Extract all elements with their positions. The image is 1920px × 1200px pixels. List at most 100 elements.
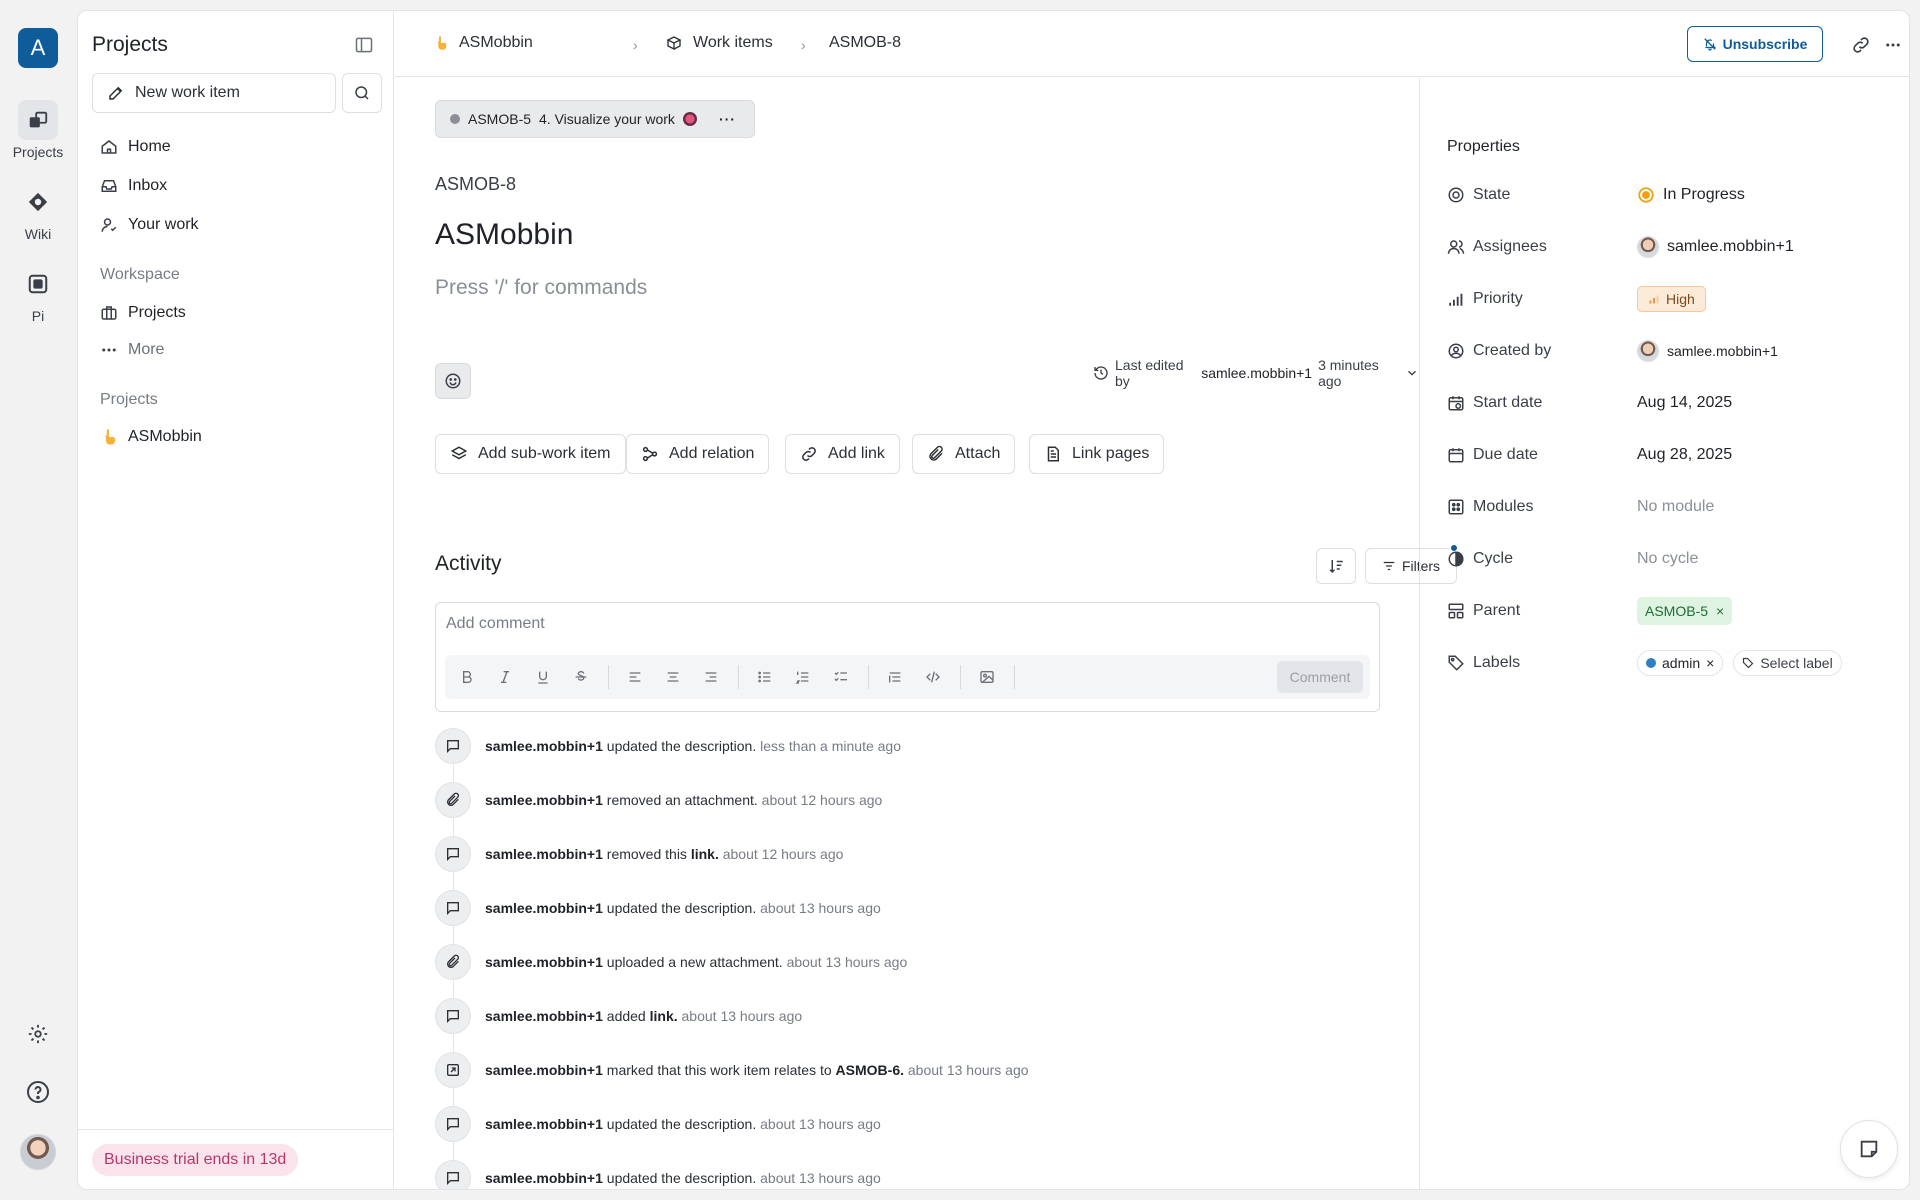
italic-icon[interactable] <box>495 667 515 687</box>
parent-dropdown[interactable]: ASMOB-5 × <box>1637 597 1733 625</box>
strikethrough-icon[interactable] <box>571 667 591 687</box>
activity-text: samlee.mobbin+1 updated the description.… <box>485 900 881 916</box>
activity-text: samlee.mobbin+1 removed this link. about… <box>485 846 843 862</box>
align-center-icon[interactable] <box>663 667 683 687</box>
more-icon[interactable]: ··· <box>719 111 736 127</box>
activity-reference[interactable]: link. <box>650 1008 678 1024</box>
home-icon <box>100 138 118 156</box>
search-button[interactable] <box>342 73 382 113</box>
settings-icon[interactable] <box>18 1014 58 1054</box>
checklist-icon[interactable] <box>831 667 851 687</box>
assignees-dropdown[interactable]: samlee.mobbin+1 <box>1637 236 1794 258</box>
start-date-picker[interactable]: Aug 14, 2025 <box>1637 394 1732 412</box>
user-avatar[interactable] <box>20 1134 56 1170</box>
sidebar-toggle-icon[interactable] <box>354 35 376 57</box>
rail-item-projects[interactable]: Projects <box>0 100 76 160</box>
trial-badge[interactable]: Business trial ends in 13d <box>92 1144 299 1176</box>
comment-editor[interactable]: Add comment Comment <box>435 602 1380 712</box>
sort-order-button[interactable] <box>1316 548 1356 584</box>
align-left-icon[interactable] <box>625 667 645 687</box>
activity-reference[interactable]: ASMOB-6. <box>836 1062 904 1078</box>
priority-dropdown[interactable]: High <box>1637 286 1706 312</box>
calendar-clock-icon <box>1447 394 1465 412</box>
activity-user[interactable]: samlee.mobbin+1 <box>485 738 603 754</box>
quote-icon[interactable] <box>885 667 905 687</box>
activity-user[interactable]: samlee.mobbin+1 <box>485 954 603 970</box>
bullet-list-icon[interactable] <box>755 667 775 687</box>
work-item-title[interactable]: ASMobbin <box>435 218 573 252</box>
search-icon <box>353 84 371 102</box>
help-icon[interactable] <box>18 1072 58 1112</box>
remove-parent-icon[interactable]: × <box>1716 603 1724 619</box>
state-dropdown[interactable]: In Progress <box>1637 186 1745 204</box>
underline-icon[interactable] <box>533 667 553 687</box>
briefcase-icon <box>100 304 118 322</box>
description-editor[interactable]: Press '/' for commands <box>435 276 647 300</box>
label-chip[interactable]: admin × <box>1637 650 1724 676</box>
rail-item-pi[interactable]: Pi <box>0 264 76 324</box>
select-label-button[interactable]: Select label <box>1733 650 1842 676</box>
sidebar-project-asmobbin[interactable]: ASMobbin <box>100 423 202 451</box>
sidebar-item-label: ASMobbin <box>128 428 202 445</box>
activity-item: samlee.mobbin+1 updated the description.… <box>435 890 881 926</box>
avatar <box>1637 236 1659 258</box>
breadcrumb-label: Work items <box>693 34 773 51</box>
add-sub-work-item-button[interactable]: Add sub-work item <box>435 434 626 474</box>
cycle-dropdown[interactable]: No cycle <box>1637 550 1698 568</box>
modules-dropdown[interactable]: No module <box>1637 498 1714 516</box>
more-options-icon[interactable] <box>1881 33 1905 57</box>
activity-user[interactable]: samlee.mobbin+1 <box>485 1008 603 1024</box>
numbered-list-icon[interactable] <box>793 667 813 687</box>
priority-icon <box>1447 290 1465 308</box>
toolbar-divider <box>608 665 609 689</box>
calendar-icon <box>1447 446 1465 464</box>
attach-button[interactable]: Attach <box>912 434 1016 474</box>
sidebar-item-more[interactable]: More <box>100 336 164 364</box>
toolbar-divider <box>960 665 961 689</box>
activity-user[interactable]: samlee.mobbin+1 <box>485 846 603 862</box>
sidebar-item-projects[interactable]: Projects <box>100 299 186 327</box>
align-right-icon[interactable] <box>701 667 721 687</box>
last-edited-time: 3 minutes ago <box>1318 357 1379 389</box>
breadcrumb-project[interactable]: ASMobbin <box>433 31 533 55</box>
activity-text: samlee.mobbin+1 added link. about 13 hou… <box>485 1008 802 1024</box>
labels-wrap: admin × Select label <box>1637 650 1842 676</box>
parent-value: ASMOB-5 <box>1645 603 1709 619</box>
code-icon[interactable] <box>923 667 943 687</box>
sidebar-item-home[interactable]: Home <box>100 133 171 161</box>
unsubscribe-button[interactable]: Unsubscribe <box>1687 26 1823 62</box>
activity-user[interactable]: samlee.mobbin+1 <box>485 1062 603 1078</box>
sidebar-item-your-work[interactable]: Your work <box>100 211 199 239</box>
add-link-button[interactable]: Add link <box>785 434 900 474</box>
state-icon <box>1447 186 1465 204</box>
breadcrumb-current[interactable]: ASMOB-8 <box>829 31 901 55</box>
rail-item-wiki[interactable]: Wiki <box>0 182 76 242</box>
activity-item: samlee.mobbin+1 updated the description.… <box>435 1160 881 1189</box>
due-date-picker[interactable]: Aug 28, 2025 <box>1637 446 1732 464</box>
comment-submit-button[interactable]: Comment <box>1277 661 1363 693</box>
bold-icon[interactable] <box>457 667 477 687</box>
activity-text: samlee.mobbin+1 updated the description.… <box>485 1170 881 1186</box>
link-pages-button[interactable]: Link pages <box>1029 434 1165 474</box>
activity-reference[interactable]: link. <box>691 846 719 862</box>
breadcrumb-work-items[interactable]: Work items <box>665 31 773 55</box>
add-reaction-button[interactable] <box>435 363 471 399</box>
add-relation-button[interactable]: Add relation <box>626 434 770 474</box>
parent-chip[interactable]: ASMOB-5 4. Visualize your work ··· <box>435 100 755 138</box>
comment-input[interactable]: Add comment <box>446 615 545 633</box>
new-work-item-button[interactable]: New work item <box>92 73 336 113</box>
workspace-avatar[interactable]: A <box>18 28 58 68</box>
sticky-note-icon[interactable] <box>1840 1120 1898 1178</box>
sidebar-item-inbox[interactable]: Inbox <box>100 172 167 200</box>
copy-link-icon[interactable] <box>1849 33 1873 57</box>
activity-user[interactable]: samlee.mobbin+1 <box>485 1116 603 1132</box>
image-icon[interactable] <box>977 667 997 687</box>
activity-time: about 13 hours ago <box>760 1116 881 1132</box>
toolbar-divider <box>868 665 869 689</box>
activity-user[interactable]: samlee.mobbin+1 <box>485 792 603 808</box>
last-edited-info[interactable]: Last edited by samlee.mobbin+1 3 minutes… <box>1093 357 1419 389</box>
activity-user[interactable]: samlee.mobbin+1 <box>485 1170 603 1186</box>
projects-icon <box>18 100 58 140</box>
activity-user[interactable]: samlee.mobbin+1 <box>485 900 603 916</box>
remove-label-icon[interactable]: × <box>1706 655 1714 671</box>
